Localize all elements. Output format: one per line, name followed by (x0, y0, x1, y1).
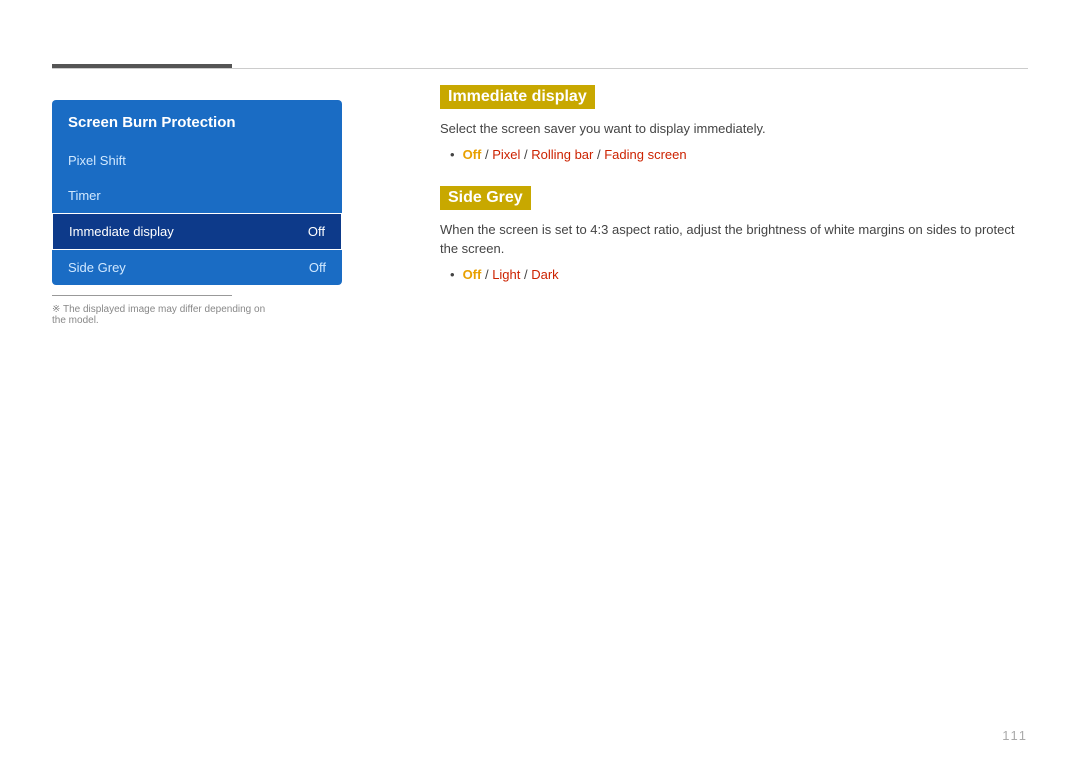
menu-item-value: Off (308, 224, 325, 239)
section-side-grey: Side Grey When the screen is set to 4:3 … (440, 186, 1028, 282)
menu-item-side-grey[interactable]: Side Grey Off (52, 250, 342, 285)
menu-item-label: Pixel Shift (68, 153, 126, 168)
footnote-text: ※ The displayed image may differ dependi… (52, 304, 272, 326)
section1-heading: Immediate display (440, 85, 595, 109)
section1-description: Select the screen saver you want to disp… (440, 119, 1028, 139)
menu-title: Screen Burn Protection (52, 100, 342, 143)
menu-item-timer[interactable]: Timer (52, 178, 342, 213)
right-content: Immediate display Select the screen save… (440, 85, 1028, 288)
footnote-divider (52, 295, 232, 296)
left-panel: Screen Burn Protection Pixel Shift Timer… (52, 100, 342, 285)
section1-option-off: Off / Pixel / Rolling bar / Fading scree… (463, 147, 687, 162)
menu-box: Screen Burn Protection Pixel Shift Timer… (52, 100, 342, 285)
footnote-area: ※ The displayed image may differ dependi… (52, 295, 272, 326)
menu-item-pixel-shift[interactable]: Pixel Shift (52, 143, 342, 178)
menu-item-label: Immediate display (69, 224, 174, 239)
page-number: 111 (1002, 728, 1028, 743)
menu-item-immediate-display[interactable]: Immediate display Off (52, 213, 342, 250)
section1-bullet: • Off / Pixel / Rolling bar / Fading scr… (440, 147, 1028, 162)
section2-heading: Side Grey (440, 186, 531, 210)
bullet-dot: • (450, 147, 455, 162)
menu-item-value: Off (309, 260, 326, 275)
section2-options: Off / Light / Dark (463, 267, 559, 282)
menu-item-label: Timer (68, 188, 101, 203)
section2-description: When the screen is set to 4:3 aspect rat… (440, 220, 1028, 259)
top-line (52, 68, 1028, 69)
section2-bullet: • Off / Light / Dark (440, 267, 1028, 282)
menu-item-label: Side Grey (68, 260, 126, 275)
bullet-dot-2: • (450, 267, 455, 282)
section-immediate-display: Immediate display Select the screen save… (440, 85, 1028, 162)
